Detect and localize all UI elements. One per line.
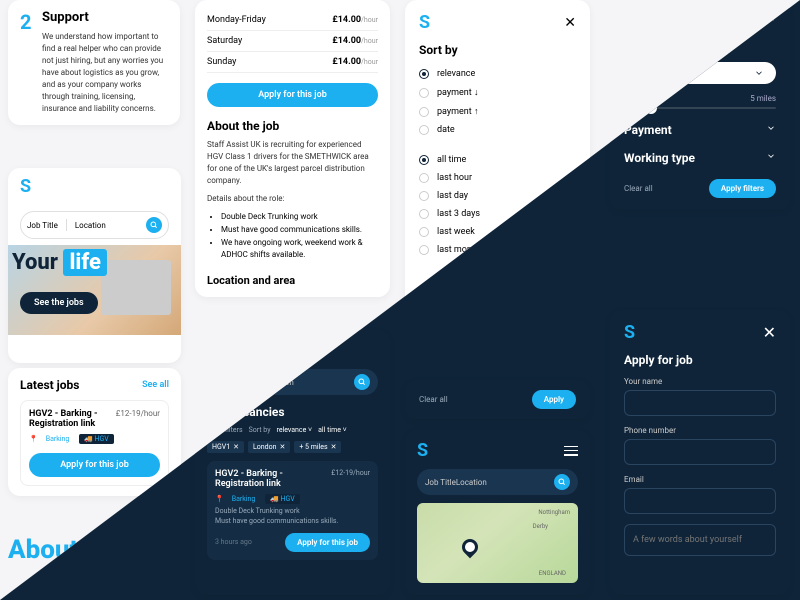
apply-heading: Apply for job <box>624 353 776 367</box>
job-time: 3 hours ago <box>215 538 252 546</box>
latest-jobs-card: Latest jobs See all HGV2 - Barking - Reg… <box>8 368 181 496</box>
city-label: Nottingham <box>538 509 570 516</box>
time-option[interactable]: all time <box>419 151 576 169</box>
chevron-down-icon <box>766 123 776 133</box>
search-icon[interactable] <box>146 217 162 233</box>
bullet: We have ongoing work, weekend work & ADH… <box>221 237 378 263</box>
bullet: Double Deck Trunking work <box>221 211 378 224</box>
sort-heading: Sort by <box>419 43 576 57</box>
email-input[interactable] <box>624 488 776 514</box>
job-price: £12-19/hour <box>331 469 370 477</box>
jobtitle-input[interactable]: Job Title <box>425 478 456 487</box>
rate-row: Saturday£14.00/hour <box>207 31 378 52</box>
job-detail-card: Monday-Friday£14.00/hour Saturday£14.00/… <box>195 0 390 297</box>
close-icon[interactable]: ✕ <box>763 323 776 342</box>
radius-max: 5 miles <box>750 94 776 103</box>
apply-form-panel: S ✕ Apply for job Your name Phone number… <box>610 310 790 595</box>
workingtype-accordion[interactable]: Working type <box>624 151 776 165</box>
job-title: HGV2 - Barking - Registration link <box>29 409 116 429</box>
city-label: ENGLAND <box>539 570 566 577</box>
search-bar[interactable]: Job Title Location <box>20 211 169 239</box>
logo-icon: S <box>417 440 428 461</box>
chevron-down-icon <box>754 68 764 78</box>
payment-accordion[interactable]: Payment <box>624 123 776 137</box>
name-input[interactable] <box>624 390 776 416</box>
truck-icon: 🚚 HGV <box>79 434 114 444</box>
filter-chip[interactable]: HGV1✕ <box>207 441 244 453</box>
phone-label: Phone number <box>624 426 776 435</box>
about-body: Staff Assist UK is recruiting for experi… <box>207 139 378 187</box>
location-input[interactable]: Location <box>75 221 106 230</box>
sort-option[interactable]: date <box>419 121 576 139</box>
location-heading: Location and area <box>207 274 378 287</box>
job-desc: Double Deck Trunking workMust have good … <box>215 507 370 527</box>
job-card[interactable]: HGV2 - Barking - Registration link £12-1… <box>20 400 169 486</box>
apply-button[interactable]: Apply <box>532 390 576 409</box>
name-label: Your name <box>624 377 776 386</box>
phone-input[interactable] <box>624 439 776 465</box>
search-icon[interactable] <box>354 374 370 390</box>
see-all-link[interactable]: See all <box>142 380 169 390</box>
sort-option[interactable]: relevance <box>419 65 576 83</box>
support-card: 2 Support We understand how important to… <box>8 0 180 125</box>
filter-chip[interactable]: + 5 miles✕ <box>294 441 341 453</box>
truck-icon: 🚚 HGV <box>265 494 300 504</box>
map-view[interactable]: Nottingham Derby ENGLAND <box>417 503 578 583</box>
result-card[interactable]: £12-19/hour HGV2 - Barking - Registratio… <box>207 461 378 560</box>
about-heading: About the job <box>207 119 378 133</box>
map-panel: S Job Title Location Nottingham Derby EN… <box>405 430 590 595</box>
city-label: Derby <box>533 523 548 530</box>
apply-filters-button[interactable]: Apply filters <box>709 179 776 198</box>
job-location: Barking <box>232 495 256 503</box>
apply-button[interactable]: Apply for this job <box>285 533 370 552</box>
sort-option[interactable]: payment ↑ <box>419 102 576 121</box>
job-location: Barking <box>46 435 70 443</box>
chevron-down-icon <box>766 151 776 161</box>
sortby-label: Sort by <box>249 426 271 434</box>
sort-value[interactable]: relevance ˅ <box>277 426 313 434</box>
latest-heading: Latest jobs <box>20 378 79 392</box>
clear-apply-bar: Clear all Apply <box>405 380 590 419</box>
pin-icon: 📍 <box>215 495 224 503</box>
rate-row: Monday-Friday£14.00/hour <box>207 10 378 31</box>
search-bar[interactable]: Job Title Location <box>417 469 578 495</box>
pin-icon: 📍 <box>29 435 38 443</box>
logo-icon: S <box>419 12 430 33</box>
clear-all-link[interactable]: Clear all <box>419 395 448 404</box>
support-body: We understand how important to find a re… <box>42 31 168 115</box>
support-title: Support <box>42 10 168 25</box>
time-value[interactable]: all time ˅ <box>318 426 347 434</box>
location-input[interactable]: Location <box>456 478 487 487</box>
time-option[interactable]: last hour <box>419 169 576 187</box>
sort-option[interactable]: payment ↓ <box>419 83 576 102</box>
bullet: Must have good communications skills. <box>221 224 378 237</box>
details-label: Details about the role: <box>207 193 378 205</box>
see-jobs-button[interactable]: See the jobs <box>20 292 98 314</box>
about-input[interactable] <box>624 524 776 556</box>
rate-row: Sunday£14.00/hour <box>207 52 378 73</box>
apply-button[interactable]: Apply for this job <box>207 83 378 107</box>
map-pin-icon[interactable] <box>459 536 482 559</box>
close-icon[interactable]: ✕ <box>564 15 576 31</box>
email-label: Email <box>624 475 776 484</box>
jobtitle-input[interactable]: Job Title <box>27 221 58 230</box>
hero-tagline: Your life <box>12 250 107 275</box>
logo-icon: S <box>624 322 635 343</box>
job-price: £12-19/hour <box>116 409 160 418</box>
step-number: 2 <box>20 10 31 34</box>
filter-chip[interactable]: London✕ <box>248 441 290 453</box>
search-icon[interactable] <box>554 474 570 490</box>
logo-icon: S <box>8 168 181 205</box>
clear-all-link[interactable]: Clear all <box>624 184 653 193</box>
menu-icon[interactable] <box>564 446 578 456</box>
apply-button[interactable]: Apply for this job <box>29 453 160 477</box>
